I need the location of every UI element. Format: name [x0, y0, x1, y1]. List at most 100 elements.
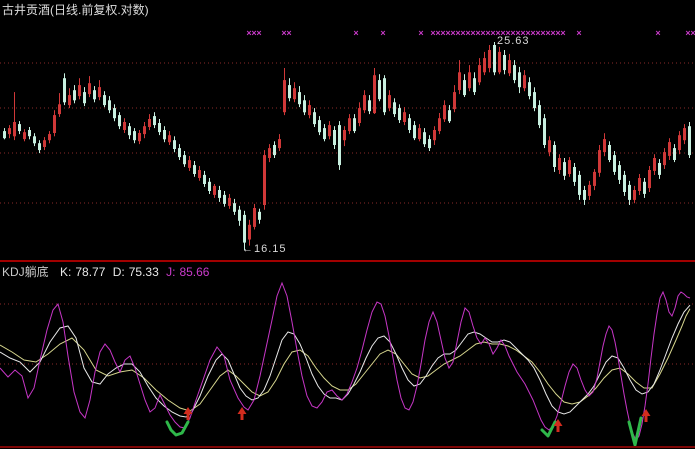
candle[interactable]	[558, 154, 561, 174]
candle[interactable]	[593, 169, 596, 190]
candle[interactable]	[203, 171, 206, 187]
candle[interactable]	[378, 74, 381, 101]
candle[interactable]	[73, 85, 76, 103]
candle[interactable]	[278, 134, 281, 151]
candle[interactable]	[108, 96, 111, 113]
candle[interactable]	[668, 138, 671, 160]
candle[interactable]	[588, 181, 591, 200]
candle[interactable]	[313, 108, 316, 127]
candle[interactable]	[643, 178, 646, 198]
candle[interactable]	[198, 166, 201, 181]
candle[interactable]	[678, 131, 681, 154]
candle[interactable]	[443, 100, 446, 122]
candle[interactable]	[8, 125, 11, 138]
candle[interactable]	[563, 158, 566, 180]
candle[interactable]	[653, 154, 656, 175]
candle[interactable]	[423, 128, 426, 147]
candle[interactable]	[88, 76, 91, 97]
candle[interactable]	[568, 157, 571, 177]
candle[interactable]	[338, 121, 341, 170]
candle[interactable]	[458, 60, 461, 94]
candle[interactable]	[348, 114, 351, 134]
candle[interactable]	[418, 124, 421, 141]
candle[interactable]	[38, 140, 41, 153]
candle[interactable]	[343, 126, 346, 146]
candle[interactable]	[23, 129, 26, 141]
candle[interactable]	[438, 113, 441, 134]
candle[interactable]	[598, 145, 601, 177]
candle[interactable]	[143, 122, 146, 138]
candle[interactable]	[93, 86, 96, 102]
candle[interactable]	[258, 209, 261, 224]
candle[interactable]	[208, 178, 211, 194]
candle[interactable]	[368, 95, 371, 114]
candle[interactable]	[123, 118, 126, 133]
candle[interactable]	[153, 112, 156, 128]
candle[interactable]	[583, 186, 586, 205]
candle[interactable]	[483, 52, 486, 75]
candle[interactable]	[218, 186, 221, 202]
candle[interactable]	[298, 86, 301, 107]
candle[interactable]	[238, 206, 241, 226]
candle[interactable]	[398, 104, 401, 123]
candle[interactable]	[618, 161, 621, 184]
candle[interactable]	[263, 150, 266, 210]
candle[interactable]	[373, 68, 376, 114]
candle[interactable]	[468, 65, 471, 91]
candle[interactable]	[288, 78, 291, 101]
candle[interactable]	[303, 95, 306, 115]
candle[interactable]	[113, 104, 116, 121]
candle[interactable]	[183, 151, 186, 167]
candle[interactable]	[463, 74, 466, 97]
candle[interactable]	[213, 184, 216, 198]
candle[interactable]	[228, 194, 231, 209]
candle[interactable]	[543, 114, 546, 148]
candle[interactable]	[403, 107, 406, 125]
candle[interactable]	[573, 163, 576, 186]
candle[interactable]	[18, 121, 21, 134]
candle[interactable]	[608, 141, 611, 162]
candle[interactable]	[128, 123, 131, 139]
candle[interactable]	[478, 58, 481, 85]
candle[interactable]	[63, 73, 66, 105]
candle[interactable]	[273, 141, 276, 158]
candle[interactable]	[683, 124, 686, 144]
chart-canvas[interactable]: ×××××××××××××××××××××××××××××××××××××××	[0, 0, 695, 449]
candle[interactable]	[603, 133, 606, 156]
candle[interactable]	[388, 90, 391, 111]
candle[interactable]	[178, 144, 181, 160]
candle[interactable]	[138, 130, 141, 144]
candle[interactable]	[43, 137, 46, 150]
candle[interactable]	[3, 128, 6, 139]
candle[interactable]	[533, 87, 536, 111]
candle[interactable]	[58, 93, 61, 117]
candle[interactable]	[428, 135, 431, 151]
candle[interactable]	[318, 116, 321, 135]
candle[interactable]	[353, 114, 356, 133]
candle[interactable]	[68, 88, 71, 108]
candle[interactable]	[553, 141, 556, 172]
candle[interactable]	[158, 119, 161, 135]
candle[interactable]	[163, 126, 166, 142]
candle[interactable]	[53, 110, 56, 136]
candle[interactable]	[103, 91, 106, 107]
candle[interactable]	[13, 92, 16, 140]
candle[interactable]	[638, 174, 641, 195]
candle[interactable]	[223, 191, 226, 207]
candle[interactable]	[413, 121, 416, 140]
candle[interactable]	[358, 102, 361, 126]
candle[interactable]	[673, 144, 676, 162]
candle[interactable]	[168, 131, 171, 145]
candle[interactable]	[33, 133, 36, 146]
candle[interactable]	[528, 77, 531, 99]
candle[interactable]	[193, 161, 196, 177]
candle[interactable]	[118, 112, 121, 129]
candle[interactable]	[323, 124, 326, 141]
candle[interactable]	[148, 114, 151, 130]
candle[interactable]	[538, 100, 541, 128]
candle[interactable]	[188, 156, 191, 171]
candle[interactable]	[498, 47, 501, 74]
candle[interactable]	[578, 171, 581, 200]
candle[interactable]	[523, 70, 526, 91]
candle[interactable]	[508, 54, 511, 76]
